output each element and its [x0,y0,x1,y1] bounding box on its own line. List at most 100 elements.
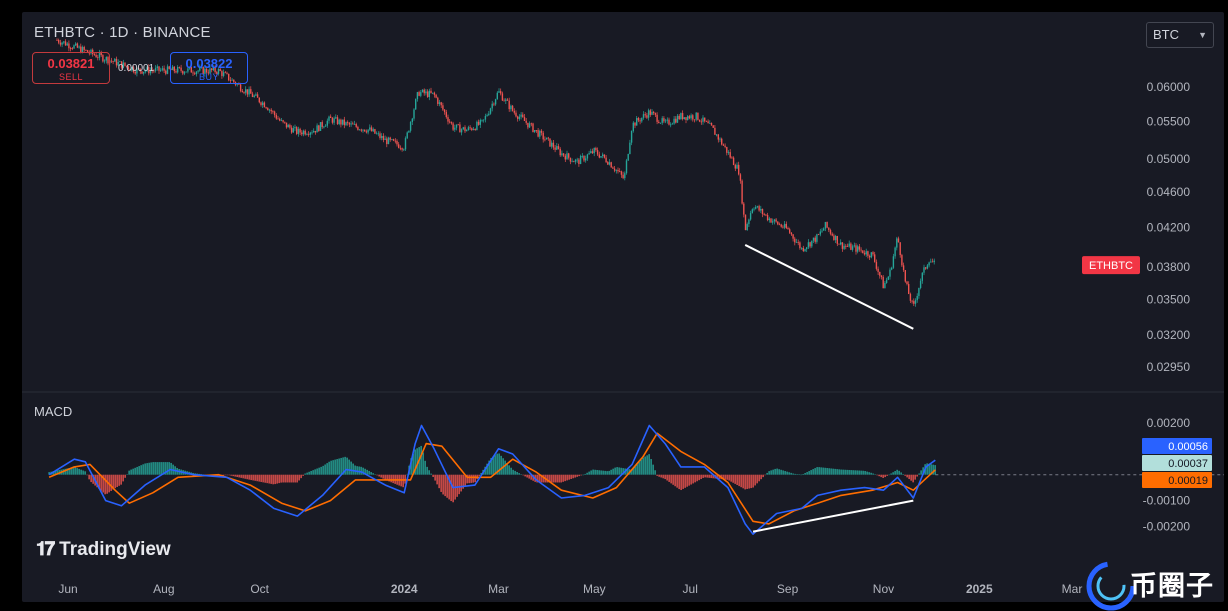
candle-body [311,132,313,134]
candle-body [474,128,476,131]
candle-body [333,118,335,123]
macd-histogram-bar [248,474,250,480]
candle-body [292,128,295,133]
buy-button[interactable]: 0.03822 BUY [170,52,248,84]
macd-histogram-bar [636,464,638,475]
candle-body [467,127,470,131]
macd-histogram-bar [432,474,434,477]
macd-histogram-bar [920,470,922,475]
candle-body [484,116,487,120]
candle-body [765,214,767,216]
macd-histogram-bar [552,474,554,483]
candle-body [280,120,283,122]
candle-body [472,128,475,130]
macd-histogram-bar [594,469,596,475]
candle-body [727,152,730,153]
candle-body [425,91,427,94]
macd-histogram-bar [812,469,814,475]
macd-histogram-bar [570,474,572,479]
candle-body [321,122,323,127]
candle-body [357,126,359,130]
macd-histogram-bar [560,474,562,483]
macd-histogram-bar [832,468,834,475]
macd-signal-line [48,432,936,525]
candle-body [498,91,500,93]
candle-body [540,130,543,133]
candle-body [787,228,789,230]
macd-histogram-bar [258,474,260,482]
candle-body [826,222,828,228]
candle-body [279,118,281,121]
macd-tick-label: 0.00200 [1147,416,1191,430]
candle-body [622,174,624,179]
candle-body [877,268,879,272]
candle-body [909,294,912,301]
macd-histogram-bar [240,474,242,478]
candle-body [610,162,612,168]
sell-button[interactable]: 0.03821 SELL [32,52,110,84]
candle-body [476,121,478,131]
candle-body [629,142,631,154]
candle-body [766,214,769,221]
macd-histogram-bar [522,474,524,476]
candle-body [930,261,932,263]
candle-body [811,240,813,247]
candle-body [664,120,667,122]
candle-body [348,122,351,125]
macd-histogram-bar [104,474,106,495]
macd-tick-label: -0.00200 [1143,519,1191,533]
candle-body [702,117,704,122]
macd-histogram-bar [230,474,232,476]
candle-body [262,102,264,106]
macd-histogram-bar [652,464,654,475]
candle-body [296,127,298,134]
candle-body [687,116,689,120]
candle-body [338,119,340,125]
macd-histogram-bar [276,474,278,484]
time-tick-label: May [583,582,606,596]
macd-histogram-bar [270,474,272,484]
candle-body [282,120,284,122]
macd-histogram-bar [160,462,162,475]
macd-histogram-bar [504,460,506,475]
candle-body [731,157,733,159]
candle-body [324,125,327,127]
candle-body [418,92,420,96]
candle-body [481,119,483,121]
candle-body [692,115,694,120]
candle-body [902,265,905,271]
macd-histogram-bar [802,474,804,475]
candle-body [639,120,641,122]
candle-body [328,116,330,121]
candle-body [761,208,764,215]
macd-histogram-bar [914,474,916,480]
macd-histogram-bar [858,470,860,475]
candle-body [673,118,675,124]
macd-histogram-bar [310,470,312,475]
candle-body [834,235,837,241]
candle-body [379,133,381,138]
candle-body [792,234,794,239]
macd-histogram-bar [816,467,818,475]
macd-histogram-bar [770,470,772,475]
candle-body [743,203,745,215]
candle-body [795,241,798,243]
candle-body [161,68,164,70]
macd-histogram-bar [776,468,778,475]
candle-body [165,70,167,74]
candle-body [542,132,544,140]
macd-histogram-bar [158,462,160,475]
macd-histogram-bar [80,469,82,475]
macd-histogram-bar [836,469,838,475]
currency-select[interactable]: BTC ▼ [1146,22,1214,48]
candle-body [350,123,352,125]
candle-body [527,122,529,128]
candle-body [513,110,516,113]
candle-body [843,245,845,249]
tradingview-logo-text: TradingView [59,539,171,560]
macd-histogram-bar [272,474,274,485]
macd-histogram-bar [168,462,170,475]
chart-canvas[interactable]: 0.06000 0.05500 0.05000 0.04600 0.04200 0.038… [22,12,1224,602]
macd-histogram-bar [390,474,392,483]
macd-histogram-bar [304,473,306,475]
